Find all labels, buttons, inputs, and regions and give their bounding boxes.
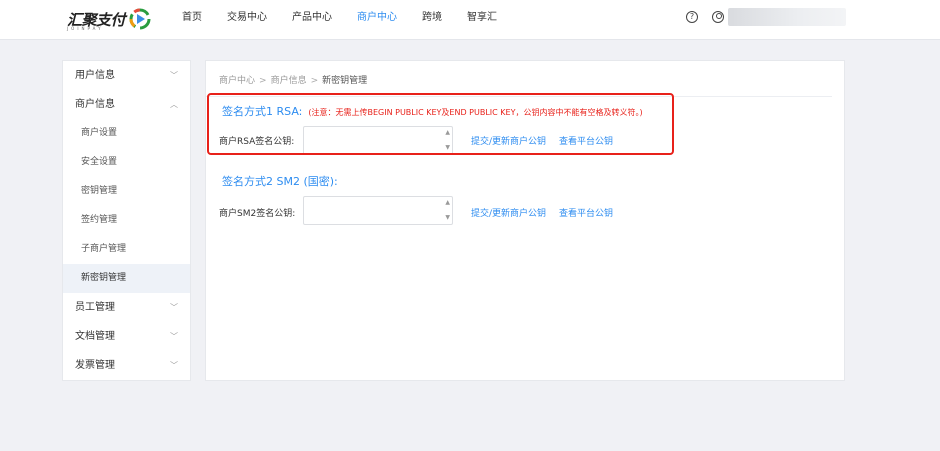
sidebar-group-label: 员工管理: [75, 302, 115, 313]
breadcrumb: 商户中心 > 商户信息 > 新密钥管理: [219, 73, 367, 86]
logo-subtitle: JOINPAY: [67, 26, 104, 31]
sidebar-group-merchant-info[interactable]: 商户信息 ︿: [63, 90, 190, 119]
logo[interactable]: 汇聚支付 JOINPAY: [67, 6, 152, 32]
sidebar-group-user-info[interactable]: 用户信息 ﹀: [63, 61, 190, 90]
sidebar-item-key-management[interactable]: 密钥管理: [63, 177, 190, 206]
nav-merchant-center[interactable]: 商户中心: [357, 0, 397, 40]
chevron-up-icon: ︿: [170, 100, 178, 109]
user-name-redacted[interactable]: [728, 8, 846, 26]
scroll-up-icon[interactable]: ▲: [445, 200, 450, 206]
breadcrumb-current: 新密钥管理: [322, 76, 368, 86]
chevron-down-icon: ﹀: [170, 361, 178, 370]
chevron-down-icon: ﹀: [170, 71, 178, 80]
sm2-public-key-textarea[interactable]: ▲ ▼: [303, 196, 453, 225]
chevron-down-icon: ﹀: [170, 332, 178, 341]
sm2-section-title: 签名方式2 SM2 (国密):: [222, 175, 338, 188]
scroll-down-icon[interactable]: ▼: [445, 215, 450, 221]
sidebar-item-security-settings[interactable]: 安全设置: [63, 148, 190, 177]
header-actions: ?: [686, 8, 846, 26]
nav-home[interactable]: 首页: [182, 0, 202, 40]
top-navigation-bar: 汇聚支付 JOINPAY 首页 交易中心 产品中心 商户中心 跨境 智享汇 ?: [0, 0, 940, 40]
sidebar-group-invoice-management[interactable]: 发票管理 ﹀: [63, 351, 190, 380]
sidebar: 用户信息 ﹀ 商户信息 ︿ 商户设置 安全设置 密钥管理 签约管理 子商户管理 …: [62, 60, 191, 381]
nav-zhixianghui[interactable]: 智享汇: [467, 0, 497, 40]
sidebar-item-merchant-settings[interactable]: 商户设置: [63, 119, 190, 148]
sidebar-item-contract-management[interactable]: 签约管理: [63, 206, 190, 235]
sidebar-group-label: 文档管理: [75, 331, 115, 342]
sm2-submit-key-link[interactable]: 提交/更新商户公钥: [471, 206, 546, 219]
breadcrumb-separator-icon: >: [310, 76, 319, 86]
breadcrumb-separator-icon: >: [259, 76, 267, 86]
user-icon[interactable]: [712, 11, 724, 23]
breadcrumb-item[interactable]: 商户信息: [271, 76, 307, 86]
sidebar-group-document-management[interactable]: 文档管理 ﹀: [63, 322, 190, 351]
breadcrumb-item[interactable]: 商户中心: [219, 76, 255, 86]
nav-transaction-center[interactable]: 交易中心: [227, 0, 267, 40]
help-icon[interactable]: ?: [686, 11, 698, 23]
rsa-highlight-box: [207, 93, 674, 155]
sidebar-group-label: 商户信息: [75, 99, 115, 110]
sm2-view-platform-key-link[interactable]: 查看平台公钥: [559, 206, 613, 219]
sidebar-group-label: 发票管理: [75, 360, 115, 371]
logo-mark-icon: [129, 8, 151, 30]
nav-cross-border[interactable]: 跨境: [422, 0, 442, 40]
chevron-down-icon: ﹀: [170, 303, 178, 312]
nav-product-center[interactable]: 产品中心: [292, 0, 332, 40]
sidebar-item-sub-merchant-management[interactable]: 子商户管理: [63, 235, 190, 264]
sidebar-group-staff-management[interactable]: 员工管理 ﹀: [63, 293, 190, 322]
sidebar-group-label: 用户信息: [75, 70, 115, 81]
main-nav: 首页 交易中心 产品中心 商户中心 跨境 智享汇: [182, 0, 522, 40]
sidebar-item-new-key-management[interactable]: 新密钥管理: [63, 264, 190, 293]
sm2-key-label: 商户SM2签名公钥:: [219, 209, 296, 219]
